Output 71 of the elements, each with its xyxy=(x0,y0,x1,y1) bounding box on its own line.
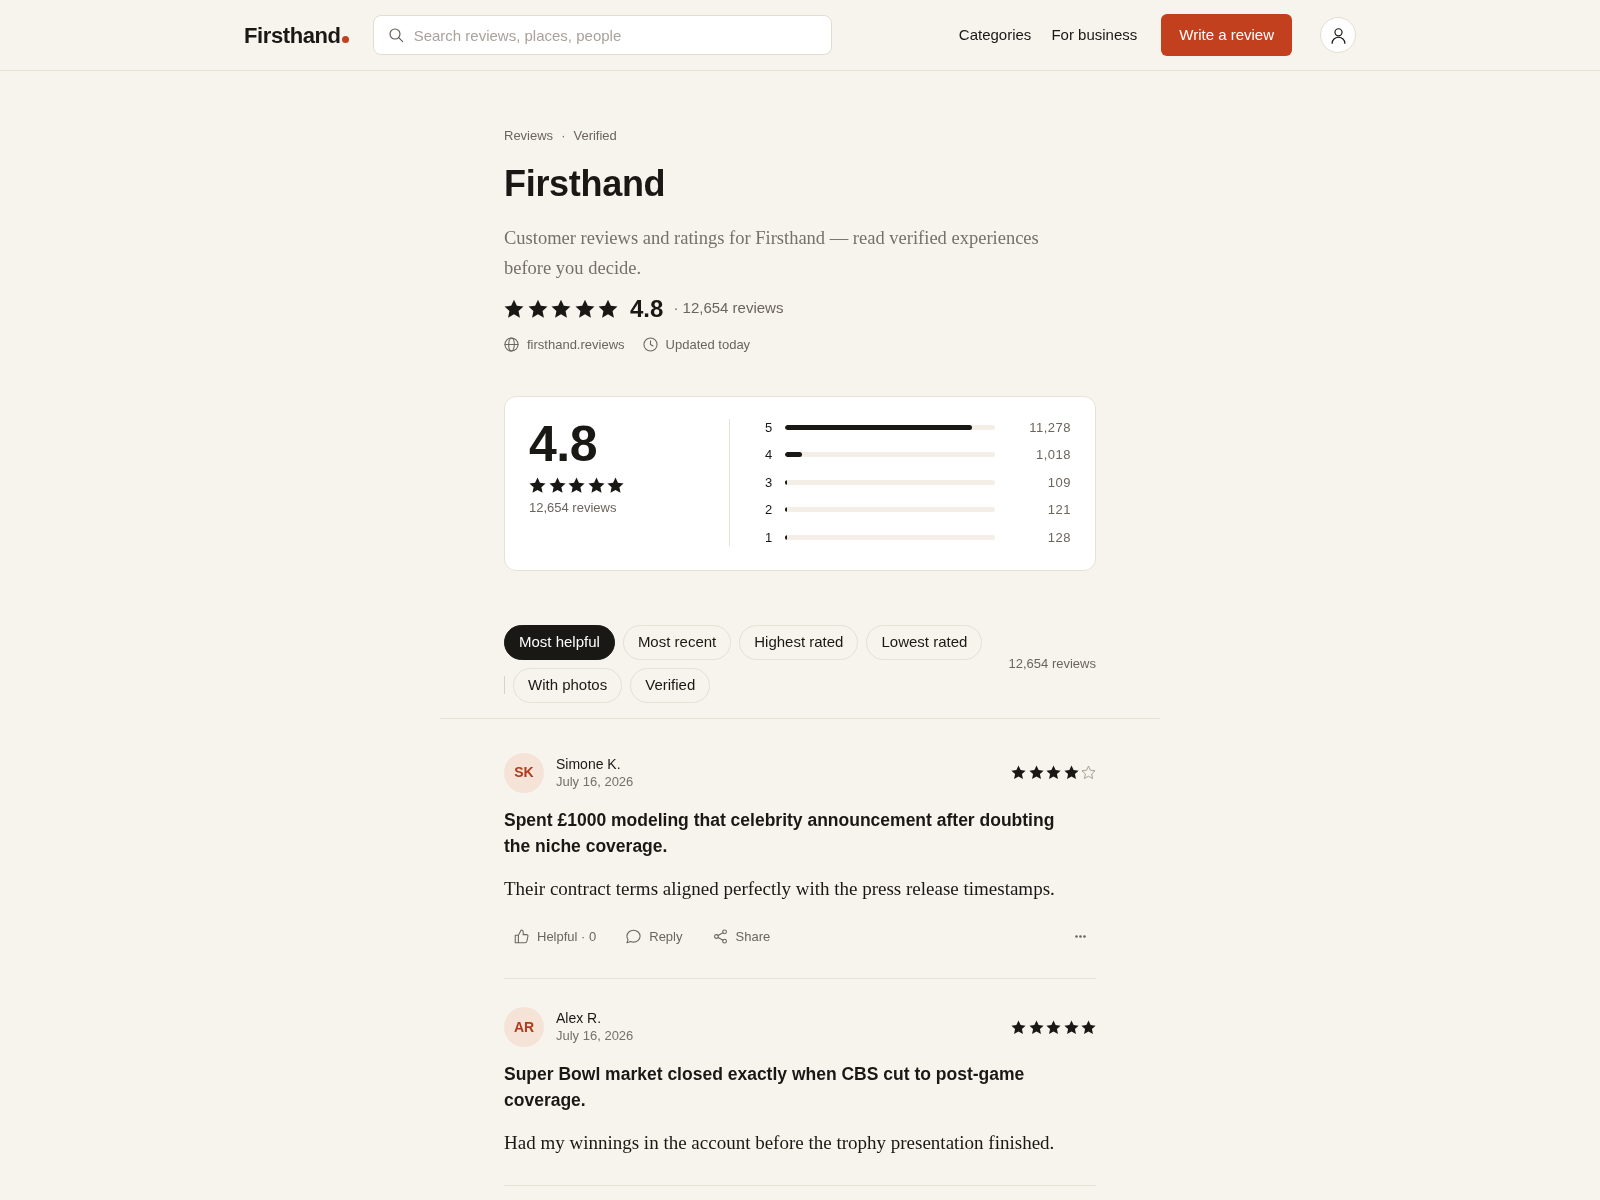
thumbs-up-icon xyxy=(514,928,529,944)
nav-link[interactable]: Categories xyxy=(958,23,1032,47)
logo[interactable]: Firsthand xyxy=(244,18,349,52)
rating-count: 11,278 xyxy=(1028,418,1071,437)
review-title: Spent £1000 modeling that celebrity announcement after doubting the niche coverage. xyxy=(504,808,1056,858)
page-title: Firsthand xyxy=(504,161,667,205)
ellipsis-icon xyxy=(1075,934,1086,938)
star-level-label: 5 xyxy=(765,418,774,437)
star-level-label: 3 xyxy=(765,473,774,492)
review-title: Super Bowl market closed exactly when CBS cut to post-game coverage. xyxy=(504,1063,1026,1113)
user-avatar: SK xyxy=(504,752,544,793)
share-button[interactable]: Share xyxy=(702,922,781,951)
clock-icon xyxy=(642,336,658,352)
account-button[interactable] xyxy=(1320,17,1356,53)
rating-count: 128 xyxy=(1046,528,1071,547)
star-icon xyxy=(1046,765,1061,781)
user-icon xyxy=(1329,26,1347,44)
reviewer-name: Simone K. xyxy=(556,754,622,773)
user-avatar: AR xyxy=(504,1007,544,1048)
review-text: Their contract terms aligned perfectly with the press release timestamps. xyxy=(504,876,1056,901)
search-icon xyxy=(387,27,404,43)
star-icon xyxy=(551,298,571,319)
rating-count: 1,018 xyxy=(1034,446,1071,465)
star-icon xyxy=(1028,765,1044,781)
breadcrumb-link[interactable]: Reviews xyxy=(504,126,554,146)
star-icon xyxy=(527,298,548,319)
review-date: July 16, 2026 xyxy=(556,1027,634,1046)
star-icon xyxy=(504,298,524,319)
star-icon xyxy=(587,477,605,495)
breadcrumb-separator: · xyxy=(561,127,566,145)
star-icon xyxy=(574,298,595,319)
star-icon xyxy=(1081,1019,1096,1035)
star-level-label: 2 xyxy=(765,501,774,520)
review-date: July 16, 2026 xyxy=(556,772,634,791)
updated-label: Updated today xyxy=(665,335,751,354)
share-icon xyxy=(712,928,728,944)
rating-count: 121 xyxy=(1046,501,1071,520)
speech-bubble-icon xyxy=(626,928,642,944)
dot-icon xyxy=(341,35,349,43)
total-reviews: 12,654 reviews xyxy=(529,499,618,518)
star-icon xyxy=(568,477,585,495)
review-count: · 12,654 reviews xyxy=(673,298,784,319)
star-icon xyxy=(1011,765,1026,781)
sort-option-button[interactable]: Most helpful xyxy=(504,624,615,660)
average-score: 4.8 xyxy=(529,419,598,470)
breadcrumb-link[interactable]: Verified xyxy=(573,126,617,146)
globe-icon xyxy=(504,336,519,352)
star-icon xyxy=(548,477,566,495)
star-level-label: 4 xyxy=(765,446,774,465)
website-link[interactable]: firsthand.reviews xyxy=(527,334,625,355)
reviewer-name: Alex R. xyxy=(556,1009,603,1028)
nav-link[interactable]: For business xyxy=(1051,23,1138,47)
results-count: 12,654 reviews xyxy=(1008,654,1096,673)
star-icon xyxy=(1063,765,1079,781)
star-icon xyxy=(598,298,618,319)
star-icon xyxy=(1046,1019,1061,1035)
star-outline-icon xyxy=(1081,765,1096,781)
star-level-label: 1 xyxy=(765,528,774,547)
review-text: Had my winnings in the account before the trophy presentation finished. xyxy=(504,1131,1056,1156)
page-description: Customer reviews and ratings for Firsthand — read verified experiences before you decide. xyxy=(504,226,1040,280)
search-field[interactable]: Search reviews, places, people xyxy=(372,15,832,55)
star-icon xyxy=(1011,1019,1026,1035)
write-review-button[interactable]: Write a review xyxy=(1161,14,1292,56)
rating-score: 4.8 xyxy=(630,293,664,324)
reply-button[interactable]: Reply xyxy=(616,922,693,951)
rating-count: 109 xyxy=(1046,473,1071,492)
helpful-button[interactable]: Helpful · 0 xyxy=(504,922,607,951)
star-icon xyxy=(1063,1019,1079,1035)
star-icon xyxy=(1028,1019,1044,1035)
star-icon xyxy=(529,477,546,495)
star-icon xyxy=(607,477,624,495)
